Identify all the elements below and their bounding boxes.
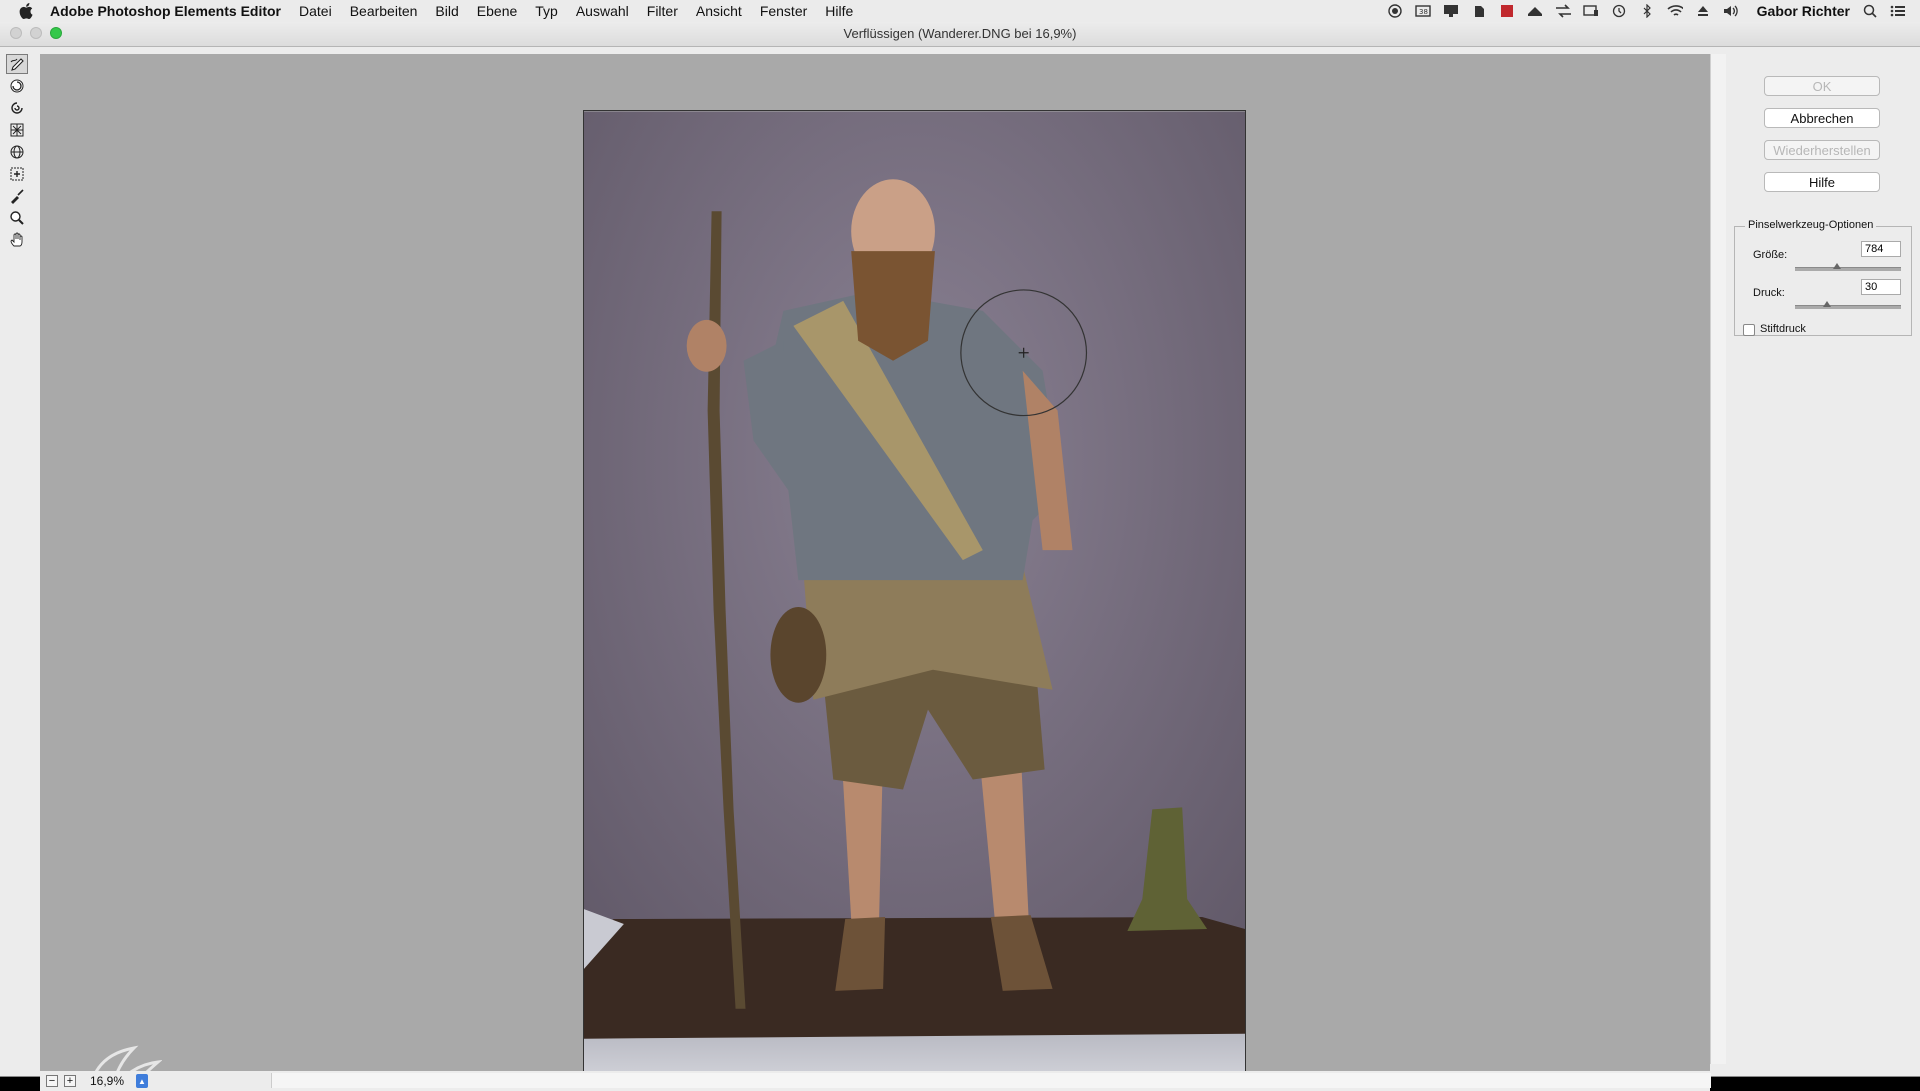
ok-button[interactable]: OK: [1764, 76, 1880, 96]
zoom-level[interactable]: 16,9%: [90, 1074, 130, 1088]
record-icon[interactable]: [1387, 4, 1403, 18]
volume-icon[interactable]: [1723, 4, 1739, 18]
pressure-label: Druck:: [1753, 287, 1785, 299]
shift-pixels-icon[interactable]: [6, 164, 28, 184]
zoom-icon[interactable]: [6, 208, 28, 228]
preview-photo[interactable]: [583, 110, 1246, 1074]
svg-text:38: 38: [1419, 8, 1428, 16]
vertical-scrollbar[interactable]: [1710, 54, 1726, 1064]
liquify-window: Verflüssigen (Wanderer.DNG bei 16,9%) − …: [0, 22, 1920, 1091]
stylus-pressure-checkbox[interactable]: [1743, 324, 1755, 336]
zoom-out-button[interactable]: −: [46, 1075, 58, 1087]
reconstruct-icon[interactable]: [6, 186, 28, 206]
cancel-button[interactable]: Abbrechen: [1764, 108, 1880, 128]
pressure-slider[interactable]: [1795, 301, 1901, 309]
transfer-icon[interactable]: [1555, 4, 1571, 18]
size-input[interactable]: 784: [1861, 241, 1901, 257]
evernote-icon[interactable]: [1471, 4, 1487, 18]
menu-bearbeiten[interactable]: Bearbeiten: [350, 3, 418, 19]
menu-datei[interactable]: Datei: [299, 3, 332, 19]
menu-typ[interactable]: Typ: [535, 3, 558, 19]
display-icon[interactable]: [1443, 4, 1459, 18]
preview-canvas[interactable]: [40, 54, 1710, 1074]
brush-options-group: Pinselwerkzeug-Optionen Größe: 784 Druck…: [1734, 219, 1912, 336]
screen-icon[interactable]: 38: [1414, 4, 1431, 18]
apple-icon[interactable]: [16, 3, 36, 19]
monitor-icon[interactable]: [1582, 4, 1599, 18]
size-label: Größe:: [1753, 249, 1788, 261]
pressure-input[interactable]: 30: [1861, 279, 1901, 295]
liquify-toolbar: [6, 54, 30, 252]
window-title: Verflüssigen (Wanderer.DNG bei 16,9%): [843, 26, 1077, 41]
watermark-logo-icon: [82, 1034, 163, 1074]
menu-hilfe[interactable]: Hilfe: [825, 3, 853, 19]
pucker-icon[interactable]: [6, 120, 28, 140]
menu-fenster[interactable]: Fenster: [760, 3, 807, 19]
twirl-counterclockwise-icon[interactable]: [6, 98, 28, 118]
app-menu[interactable]: Adobe Photoshop Elements Editor: [50, 3, 281, 19]
window-titlebar: Verflüssigen (Wanderer.DNG bei 16,9%): [0, 22, 1920, 47]
wifi-icon[interactable]: [1667, 4, 1683, 18]
spotlight-search-icon[interactable]: [1862, 4, 1878, 18]
size-slider-thumb[interactable]: [1833, 263, 1842, 269]
status-bar: − + 16,9% ▲: [40, 1071, 1711, 1091]
menu-ebene[interactable]: Ebene: [477, 3, 517, 19]
menubar: Adobe Photoshop Elements Editor Datei Be…: [0, 0, 1920, 23]
options-panel: OK Abbrechen Wiederherstellen Hilfe Pins…: [1726, 54, 1920, 1074]
menu-bild[interactable]: Bild: [435, 3, 458, 19]
menu-ansicht[interactable]: Ansicht: [696, 3, 742, 19]
zoom-dropdown-icon[interactable]: ▲: [136, 1074, 148, 1088]
zoom-in-button[interactable]: +: [64, 1075, 76, 1087]
size-slider[interactable]: [1795, 263, 1901, 271]
notification-center-icon[interactable]: [1890, 4, 1906, 18]
stylus-pressure-label: Stiftdruck: [1760, 323, 1806, 335]
time-machine-icon[interactable]: [1611, 4, 1627, 18]
help-button[interactable]: Hilfe: [1764, 172, 1880, 192]
restore-button[interactable]: Wiederherstellen: [1764, 140, 1880, 160]
hand-icon[interactable]: [6, 230, 28, 250]
red-app-icon[interactable]: [1499, 4, 1515, 18]
horizontal-scrollbar[interactable]: [271, 1073, 1711, 1088]
menu-filter[interactable]: Filter: [647, 3, 678, 19]
brush-options-title: Pinselwerkzeug-Optionen: [1745, 219, 1877, 231]
cloud-icon[interactable]: [1527, 4, 1543, 18]
bloat-icon[interactable]: [6, 142, 28, 162]
warp-tool-icon[interactable]: [6, 54, 28, 74]
user-name[interactable]: Gabor Richter: [1757, 3, 1850, 19]
menu-auswahl[interactable]: Auswahl: [576, 3, 629, 19]
bluetooth-icon[interactable]: [1639, 4, 1655, 18]
eject-icon[interactable]: [1695, 4, 1711, 18]
twirl-clockwise-icon[interactable]: [6, 76, 28, 96]
pressure-slider-thumb[interactable]: [1822, 301, 1831, 307]
